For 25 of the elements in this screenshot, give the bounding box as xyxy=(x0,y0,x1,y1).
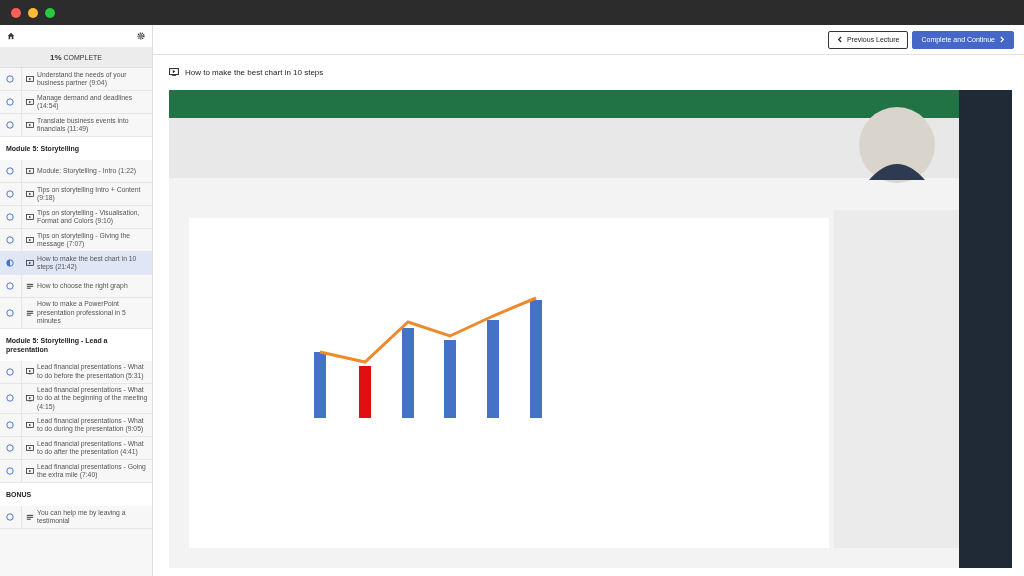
video-icon xyxy=(26,236,34,244)
video-icon xyxy=(26,190,34,198)
video-icon xyxy=(26,259,34,267)
video-icon xyxy=(26,167,34,175)
lecture-heading: How to make the best chart in 10 steps xyxy=(185,67,324,77)
chevron-left-icon xyxy=(836,36,842,43)
video-icon xyxy=(26,421,34,429)
video-icon xyxy=(26,444,34,452)
minimize-icon[interactable] xyxy=(28,7,38,18)
settings-icon[interactable] xyxy=(137,32,145,40)
video-icon xyxy=(26,98,34,106)
video-icon xyxy=(26,121,34,129)
close-icon[interactable] xyxy=(11,7,21,18)
zoom-icon[interactable] xyxy=(45,7,55,18)
chevron-right-icon xyxy=(1000,36,1005,43)
video-icon xyxy=(26,368,34,375)
text-lines-icon xyxy=(26,282,34,290)
video-icon xyxy=(169,68,179,76)
text-lines-icon xyxy=(26,514,34,521)
home-icon[interactable] xyxy=(7,32,15,40)
text-lines-icon xyxy=(26,309,34,317)
video-icon xyxy=(26,75,34,83)
video-icon xyxy=(26,213,34,221)
video-icon xyxy=(26,467,34,475)
video-icon xyxy=(26,395,34,402)
